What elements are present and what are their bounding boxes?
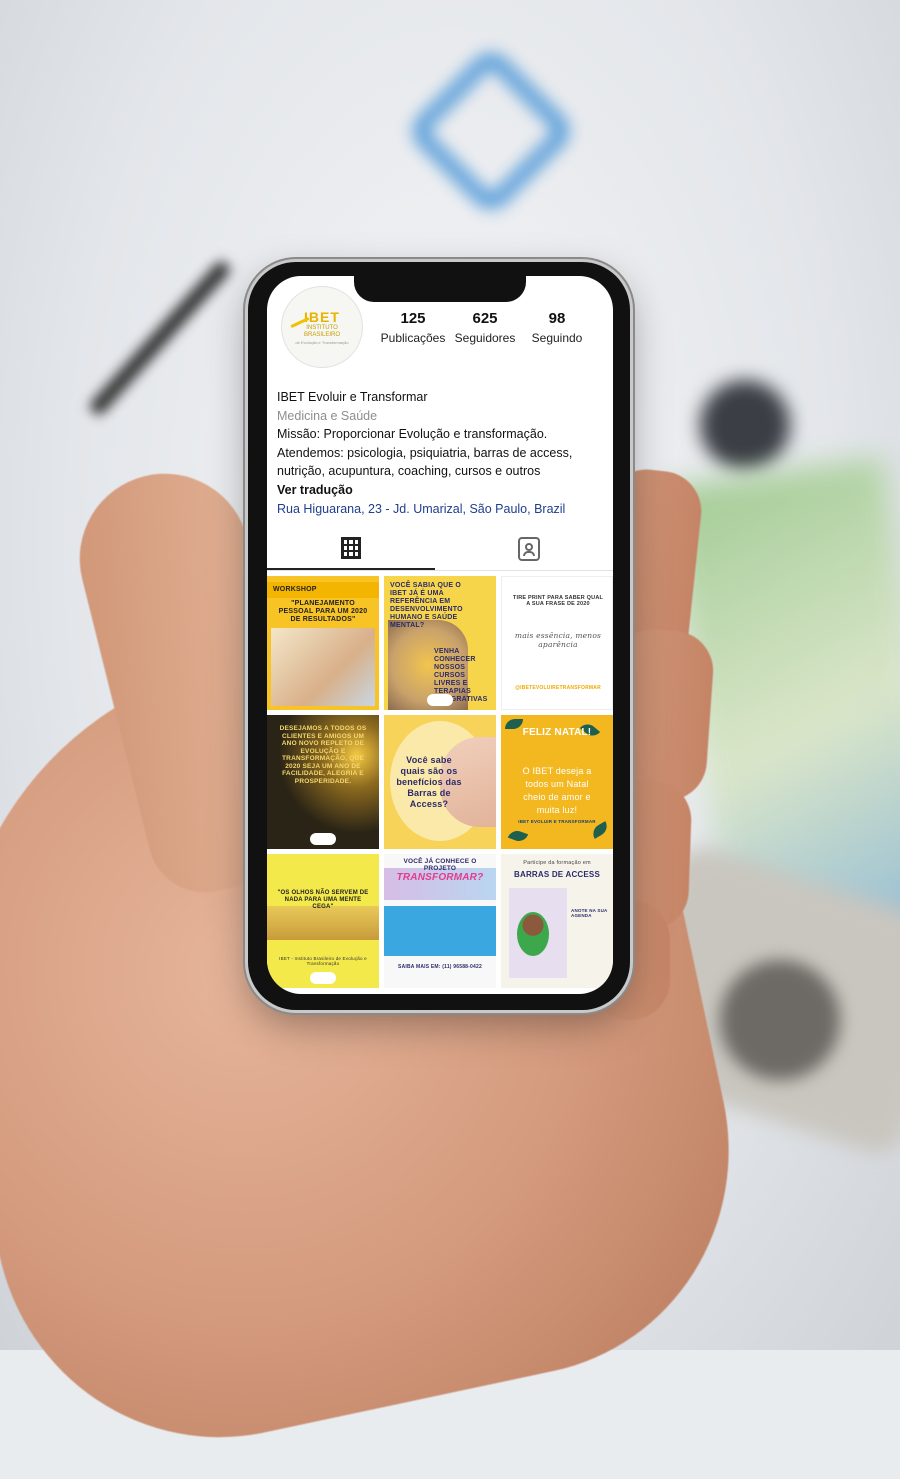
post-tile[interactable]: TIRE PRINT PARA SABER QUAL A SUA FRASE D… [501, 576, 613, 710]
post-top-text: TIRE PRINT PARA SABER QUAL A SUA FRASE D… [512, 595, 604, 607]
post-body: O IBET deseja a todos um Natal cheio de … [522, 766, 592, 815]
post-logo-badge [427, 694, 453, 706]
stat-label: Publicações [380, 331, 446, 345]
post-tile[interactable]: Participe da formação em BARRAS DE ACCES… [501, 854, 613, 988]
stat-followers[interactable]: 625 Seguidores [449, 310, 521, 348]
post-cta: SAIBA MAIS EM: (11) 96588-0422 [398, 964, 482, 970]
posts-grid: WORKSHOP "PLANEJAMENTO PESSOAL PARA UM 2… [267, 576, 613, 988]
post-logo-badge [310, 833, 336, 845]
profile-tabs [267, 528, 613, 571]
blurred-airplane-icon [404, 44, 578, 218]
post-title: Você sabe quais são os benefícios das Ba… [396, 755, 462, 809]
post-title: FELIZ NATAL! [522, 727, 592, 738]
stat-value: 98 [548, 310, 566, 327]
post-tile[interactable]: WORKSHOP "PLANEJAMENTO PESSOAL PARA UM 2… [267, 576, 379, 710]
see-translation-link[interactable]: Ver tradução [277, 481, 607, 500]
leaf-decoration [507, 828, 529, 844]
post-logo-badge [310, 972, 336, 984]
avatar-logo-tagline: de Evolução e Transformação [295, 339, 349, 345]
stat-label: Seguidores [454, 331, 516, 345]
tab-tagged[interactable] [445, 528, 613, 570]
bio-line: Atendemos: psicologia, psiquiatria, barr… [277, 445, 573, 460]
post-brand-text: TRANSFORMAR? [396, 872, 484, 883]
stat-posts[interactable]: 125 Publicações [377, 310, 449, 348]
address-link[interactable]: Rua Higuarana, 23 - Jd. Umarizal, São Pa… [277, 500, 607, 519]
post-bottom-text: @IBETEVOLUIRETRANSFORMAR [515, 685, 601, 691]
post-tile[interactable]: Você sabe quais são os benefícios das Ba… [384, 715, 496, 849]
profile-stats: 125 Publicações 625 Seguidores 98 Seguin… [377, 310, 593, 348]
post-header-text: WORKSHOP [273, 586, 317, 593]
post-title: "PLANEJAMENTO PESSOAL PARA UM 2020 DE RE… [278, 600, 368, 623]
profile-avatar[interactable]: IBET INSTITUTO BRASILEIRO de Evolução e … [281, 286, 363, 368]
post-tile[interactable]: FELIZ NATAL! O IBET deseja a todos um Na… [501, 715, 613, 849]
post-title: "OS OLHOS NÃO SERVEM DE NADA PARA UMA ME… [277, 890, 369, 910]
post-eyes-photo [267, 906, 379, 940]
bio-line: nutrição, acupuntura, coaching, cursos e… [277, 464, 541, 479]
post-footer: IBET EVOLUIR E TRANSFORMAR [518, 819, 596, 824]
post-top-text: Participe da formação em [523, 860, 591, 866]
profile-name: IBET Evoluir e Transformar [277, 390, 428, 404]
blurred-watch [700, 380, 790, 470]
tagged-icon [518, 537, 540, 561]
phone-notch [354, 276, 526, 302]
post-title: DESEJAMOS A TODOS OS CLIENTES E AMIGOS U… [279, 725, 367, 785]
post-tile[interactable]: "OS OLHOS NÃO SERVEM DE NADA PARA UMA ME… [267, 854, 379, 988]
grid-icon [341, 537, 361, 559]
post-title: BARRAS DE ACCESS [513, 870, 601, 879]
avatar-logo-text: IBET [304, 308, 340, 325]
post-info-box [384, 906, 496, 956]
stat-value: 125 [400, 310, 426, 327]
blurred-camera-lens [720, 960, 840, 1080]
phone-screen: IBET INSTITUTO BRASILEIRO de Evolução e … [267, 276, 613, 994]
post-script-text: mais essência, menos aparência [514, 631, 602, 649]
tab-grid[interactable] [267, 528, 435, 570]
post-tile[interactable]: VOCÊ SABIA QUE O IBET JÁ É UMA REFERÊNCI… [384, 576, 496, 710]
bio-line: Missão: Proporcionar Evolução e transfor… [277, 427, 548, 442]
post-tile[interactable]: VOCÊ JÁ CONHECE O PROJETO TRANSFORMAR? S… [384, 854, 496, 988]
post-footer: IBET - Instituto Brasileiro de Evolução … [279, 956, 367, 966]
post-tile[interactable]: DESEJAMOS A TODOS OS CLIENTES E AMIGOS U… [267, 715, 379, 849]
post-photo [271, 628, 375, 706]
profile-bio: IBET Evoluir e Transformar Medicina e Sa… [277, 388, 607, 518]
post-side-text: ANOTE NA SUA AGENDA [571, 908, 608, 918]
post-person-photo [517, 912, 549, 956]
post-title: VOCÊ SABIA QUE O IBET JÁ É UMA REFERÊNCI… [390, 582, 463, 629]
stat-value: 625 [472, 310, 498, 327]
post-top-text: VOCÊ JÁ CONHECE O PROJETO [403, 858, 477, 872]
blurred-pen [87, 258, 233, 418]
profile-category: Medicina e Saúde [277, 408, 378, 423]
avatar-logo-subtitle: INSTITUTO BRASILEIRO [303, 324, 340, 338]
stat-following[interactable]: 98 Seguindo [521, 310, 593, 348]
stat-label: Seguindo [531, 331, 583, 345]
